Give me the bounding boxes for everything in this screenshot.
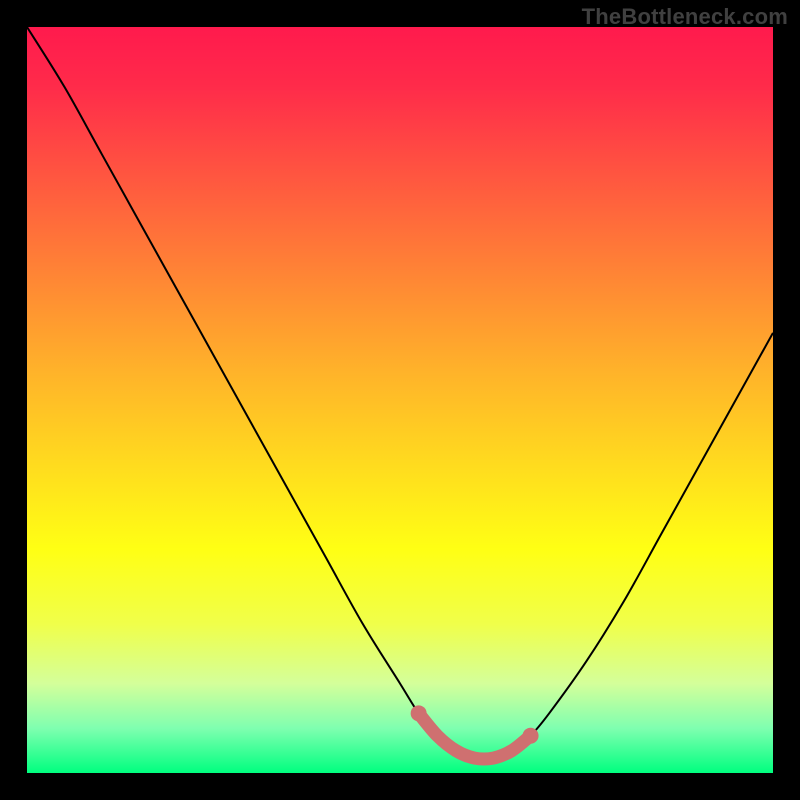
watermark-label: TheBottleneck.com: [582, 4, 788, 30]
optimal-zone-endpoint: [523, 728, 539, 744]
bottleneck-curve: [27, 27, 773, 759]
optimal-zone-endpoint: [411, 705, 427, 721]
chart-frame: TheBottleneck.com: [0, 0, 800, 800]
plot-area: [27, 27, 773, 773]
optimal-zone-marker: [419, 713, 531, 759]
curve-layer: [27, 27, 773, 773]
